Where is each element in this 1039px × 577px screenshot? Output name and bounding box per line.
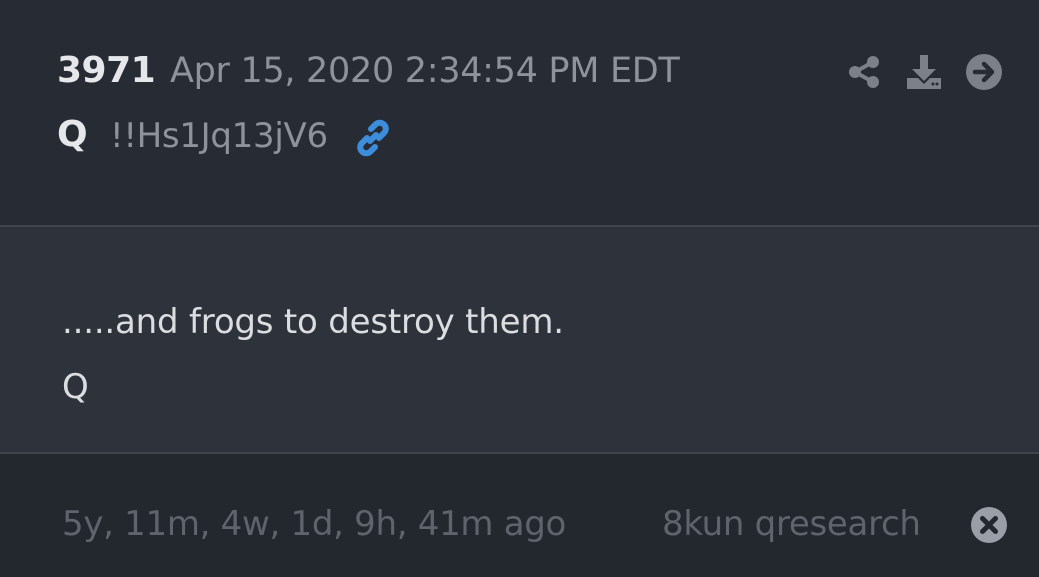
post-header: 3971 Apr 15, 2020 2:34:54 PM EDT Q !!Hs1… bbox=[0, 0, 1039, 226]
post-body: .....and frogs to destroy them. Q bbox=[0, 227, 1039, 452]
post-body-line: .....and frogs to destroy them. bbox=[62, 302, 564, 342]
post-number[interactable]: 3971 bbox=[57, 50, 156, 91]
download-icon bbox=[907, 55, 941, 89]
author-name: Q bbox=[57, 114, 88, 155]
post-body-line: Q bbox=[62, 367, 89, 407]
author-tripcode: !!Hs1Jq13jV6 bbox=[110, 116, 328, 156]
post-age: 5y, 11m, 4w, 1d, 9h, 41m ago bbox=[62, 504, 567, 544]
share-icon bbox=[849, 56, 879, 88]
post-footer: 5y, 11m, 4w, 1d, 9h, 41m ago 8kun qresea… bbox=[0, 454, 1039, 577]
share-button[interactable] bbox=[844, 52, 884, 92]
link-icon[interactable] bbox=[352, 117, 394, 159]
download-button[interactable] bbox=[904, 52, 944, 92]
post-card: 3971 Apr 15, 2020 2:34:54 PM EDT Q !!Hs1… bbox=[0, 0, 1039, 577]
board-name[interactable]: 8kun qresearch bbox=[662, 504, 921, 544]
post-actions bbox=[844, 52, 1004, 92]
arrow-circle-right-icon bbox=[966, 54, 1002, 90]
close-icon[interactable] bbox=[970, 506, 1008, 544]
post-date: Apr 15, 2020 2:34:54 PM EDT bbox=[170, 51, 680, 91]
goto-post-button[interactable] bbox=[964, 52, 1004, 92]
